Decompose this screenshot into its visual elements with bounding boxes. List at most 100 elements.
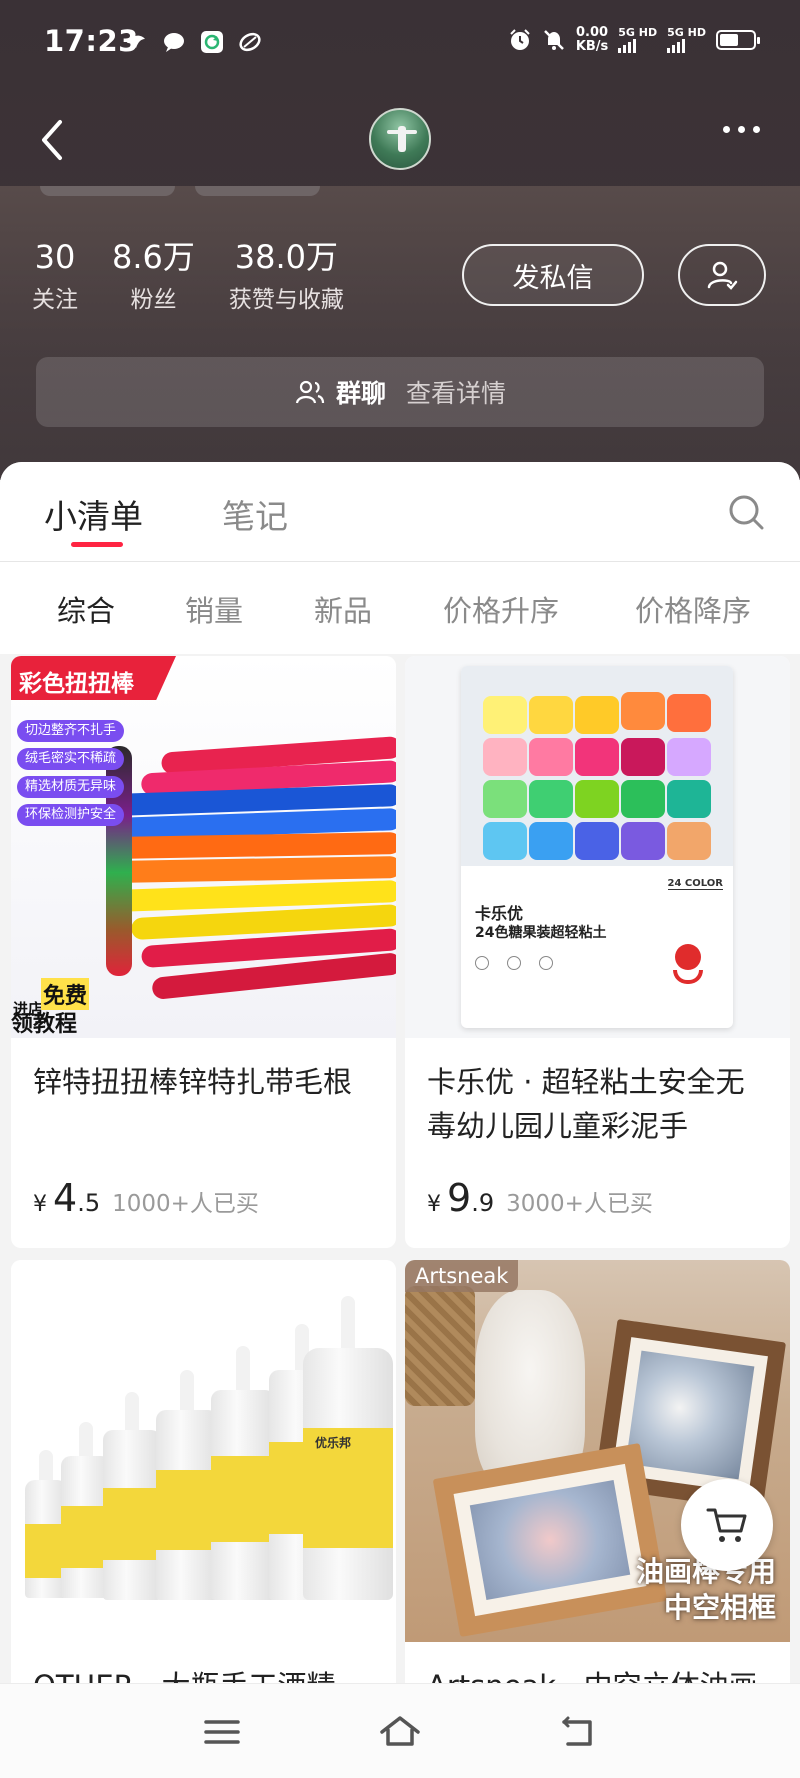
tab-notes[interactable]: 笔记 bbox=[222, 490, 288, 538]
color-count-tag: 24 COLOR bbox=[667, 878, 723, 890]
feature-pill: 切边整齐不扎手 bbox=[17, 720, 125, 742]
product-card[interactable]: 24 COLOR 卡乐优 24色糖果装超轻粘土 卡乐优 · 超轻粘土安全无毒幼儿… bbox=[405, 656, 790, 1248]
brand-logo-icon bbox=[675, 944, 701, 970]
group-users-icon bbox=[295, 380, 325, 404]
sort-new[interactable]: 新品 bbox=[314, 588, 372, 630]
package-icons bbox=[475, 956, 553, 970]
search-button[interactable] bbox=[726, 492, 766, 532]
product-image: 彩色扭扭棒 切边整齐不扎手 绒毛密实不稀疏 精选材质无异味 环保检测护安全 进店… bbox=[11, 656, 396, 1038]
search-icon bbox=[729, 495, 764, 530]
clay-package: 24 COLOR 卡乐优 24色糖果装超轻粘土 bbox=[461, 666, 733, 1028]
price-decimal: .9 bbox=[471, 1189, 495, 1217]
menu-icon bbox=[204, 1720, 240, 1744]
stat-followers[interactable]: 8.6万 粉丝 bbox=[112, 238, 195, 314]
feature-pill: 环保检测护安全 bbox=[17, 804, 125, 826]
user-check-icon bbox=[707, 261, 738, 290]
stat-value: 8.6万 bbox=[112, 238, 195, 276]
back-nav-button[interactable] bbox=[556, 1710, 600, 1754]
system-status: 0.00 KB/s 5G HD 5G HD bbox=[508, 26, 760, 54]
system-nav-bar bbox=[0, 1683, 800, 1778]
home-icon bbox=[380, 1716, 420, 1746]
free-tutorial-badge: 进店 免费 领教程 bbox=[11, 978, 106, 1037]
product-card[interactable]: 彩色扭扭棒 切边整齐不扎手 绒毛密实不稀疏 精选材质无异味 环保检测护安全 进店… bbox=[11, 656, 396, 1248]
package-desc: 24色糖果装超轻粘土 bbox=[475, 925, 607, 941]
price-integer: 9 bbox=[447, 1176, 472, 1220]
profile-stats: 30 关注 8.6万 粉丝 38.0万 获赞与收藏 bbox=[32, 238, 378, 314]
sim2-signal: 5G HD bbox=[667, 27, 706, 53]
product-image: 优乐邦 bbox=[11, 1260, 396, 1642]
cart-button[interactable] bbox=[681, 1479, 773, 1571]
package-brand: 卡乐优 bbox=[475, 904, 524, 923]
stat-value: 30 bbox=[34, 238, 76, 276]
menu-button[interactable] bbox=[200, 1710, 244, 1754]
group-chat-bar[interactable]: 群聊 查看详情 bbox=[36, 357, 764, 427]
product-banner: 彩色扭扭棒 bbox=[11, 656, 176, 700]
sold-count: 1000+人已买 bbox=[112, 1191, 259, 1217]
group-chat-label: 群聊 bbox=[335, 379, 386, 408]
back-icon bbox=[562, 1716, 592, 1746]
price-symbol: ¥ bbox=[427, 1192, 441, 1217]
net-speed-unit: KB/s bbox=[575, 39, 609, 54]
product-price-row: ¥ 9 .9 3000+人已买 bbox=[405, 1158, 790, 1220]
product-title: 卡乐优 · 超轻粘土安全无毒幼儿园儿童彩泥手 bbox=[427, 1065, 745, 1143]
signal-bars-icon bbox=[618, 39, 657, 53]
back-button[interactable] bbox=[38, 118, 68, 162]
sim1-signal: 5G HD bbox=[618, 27, 657, 53]
sim1-type: 5G HD bbox=[618, 26, 658, 39]
product-title: 锌特扭扭棒锌特扎带毛根 bbox=[33, 1065, 353, 1099]
product-image: Artsneak 油画棒专用 中空相框 bbox=[405, 1260, 790, 1642]
tab-active-indicator bbox=[71, 542, 123, 547]
network-speed: 0.00 KB/s bbox=[576, 26, 608, 54]
badge-tutorial: 领教程 bbox=[11, 1012, 78, 1037]
notification-icons bbox=[124, 30, 262, 54]
sim2-type: 5G HD bbox=[667, 26, 706, 39]
app-refresh-icon bbox=[200, 30, 224, 54]
stat-label: 获赞与收藏 bbox=[228, 287, 344, 313]
cover-tag bbox=[40, 186, 175, 196]
group-chat-detail: 查看详情 bbox=[406, 379, 507, 408]
message-button[interactable]: 发私信 bbox=[462, 244, 644, 306]
price-integer: 4 bbox=[53, 1176, 78, 1220]
cart-icon bbox=[706, 1508, 747, 1542]
stat-label: 粉丝 bbox=[130, 287, 177, 313]
stat-value: 38.0万 bbox=[234, 238, 339, 276]
product-card[interactable]: 优乐邦 OTHER · 大瓶手工酒精 bbox=[11, 1260, 396, 1700]
cover-photo bbox=[0, 186, 800, 476]
sold-count: 3000+人已买 bbox=[506, 1191, 653, 1217]
cover-tag bbox=[195, 186, 320, 196]
chevron-left-icon bbox=[42, 120, 62, 160]
more-dots-icon[interactable] bbox=[723, 126, 760, 133]
profile-header: 17:23 0.00 KB/s 5G HD 5G HD 30 关注 8.6万 粉… bbox=[0, 0, 800, 480]
feature-pill: 绒毛密实不稀疏 bbox=[17, 748, 125, 770]
stat-label: 关注 bbox=[32, 287, 78, 313]
feature-pill: 精选材质无异味 bbox=[17, 776, 125, 798]
stat-following[interactable]: 30 关注 bbox=[32, 238, 78, 314]
mute-bell-icon bbox=[542, 28, 566, 52]
alarm-icon bbox=[508, 28, 532, 52]
product-image: 24 COLOR 卡乐优 24色糖果装超轻粘土 bbox=[405, 656, 790, 1038]
price-decimal: .5 bbox=[77, 1189, 101, 1217]
bird-icon bbox=[124, 30, 148, 54]
image-overlay-text: 中空相框 bbox=[663, 1591, 776, 1624]
tab-bar: 小清单 笔记 bbox=[0, 462, 800, 562]
signal-bars-icon bbox=[667, 39, 706, 53]
home-button[interactable] bbox=[378, 1710, 422, 1754]
follow-button[interactable] bbox=[678, 244, 766, 306]
price-symbol: ¥ bbox=[33, 1192, 47, 1217]
sort-price-asc[interactable]: 价格升序 bbox=[443, 588, 559, 630]
chat-bubble-icon bbox=[162, 30, 186, 54]
leaf-icon bbox=[238, 30, 262, 54]
brand-tag: Artsneak bbox=[405, 1260, 519, 1292]
stat-likes[interactable]: 38.0万 获赞与收藏 bbox=[229, 238, 344, 314]
tab-shortlist[interactable]: 小清单 bbox=[44, 490, 143, 538]
sort-bar: 综合 销量 新品 价格升序 价格降序 bbox=[0, 562, 800, 654]
sort-price-desc[interactable]: 价格降序 bbox=[635, 588, 751, 630]
sort-overall[interactable]: 综合 bbox=[57, 588, 115, 630]
sort-sales[interactable]: 销量 bbox=[185, 588, 243, 630]
bottle-label-brand: 优乐邦 bbox=[315, 1436, 352, 1450]
product-price-row: ¥ 4 .5 1000+人已买 bbox=[11, 1158, 396, 1220]
status-bar: 17:23 0.00 KB/s 5G HD 5G HD bbox=[0, 0, 800, 86]
battery-icon bbox=[716, 30, 760, 50]
net-speed-value: 0.00 bbox=[576, 25, 609, 40]
avatar[interactable] bbox=[369, 108, 431, 170]
